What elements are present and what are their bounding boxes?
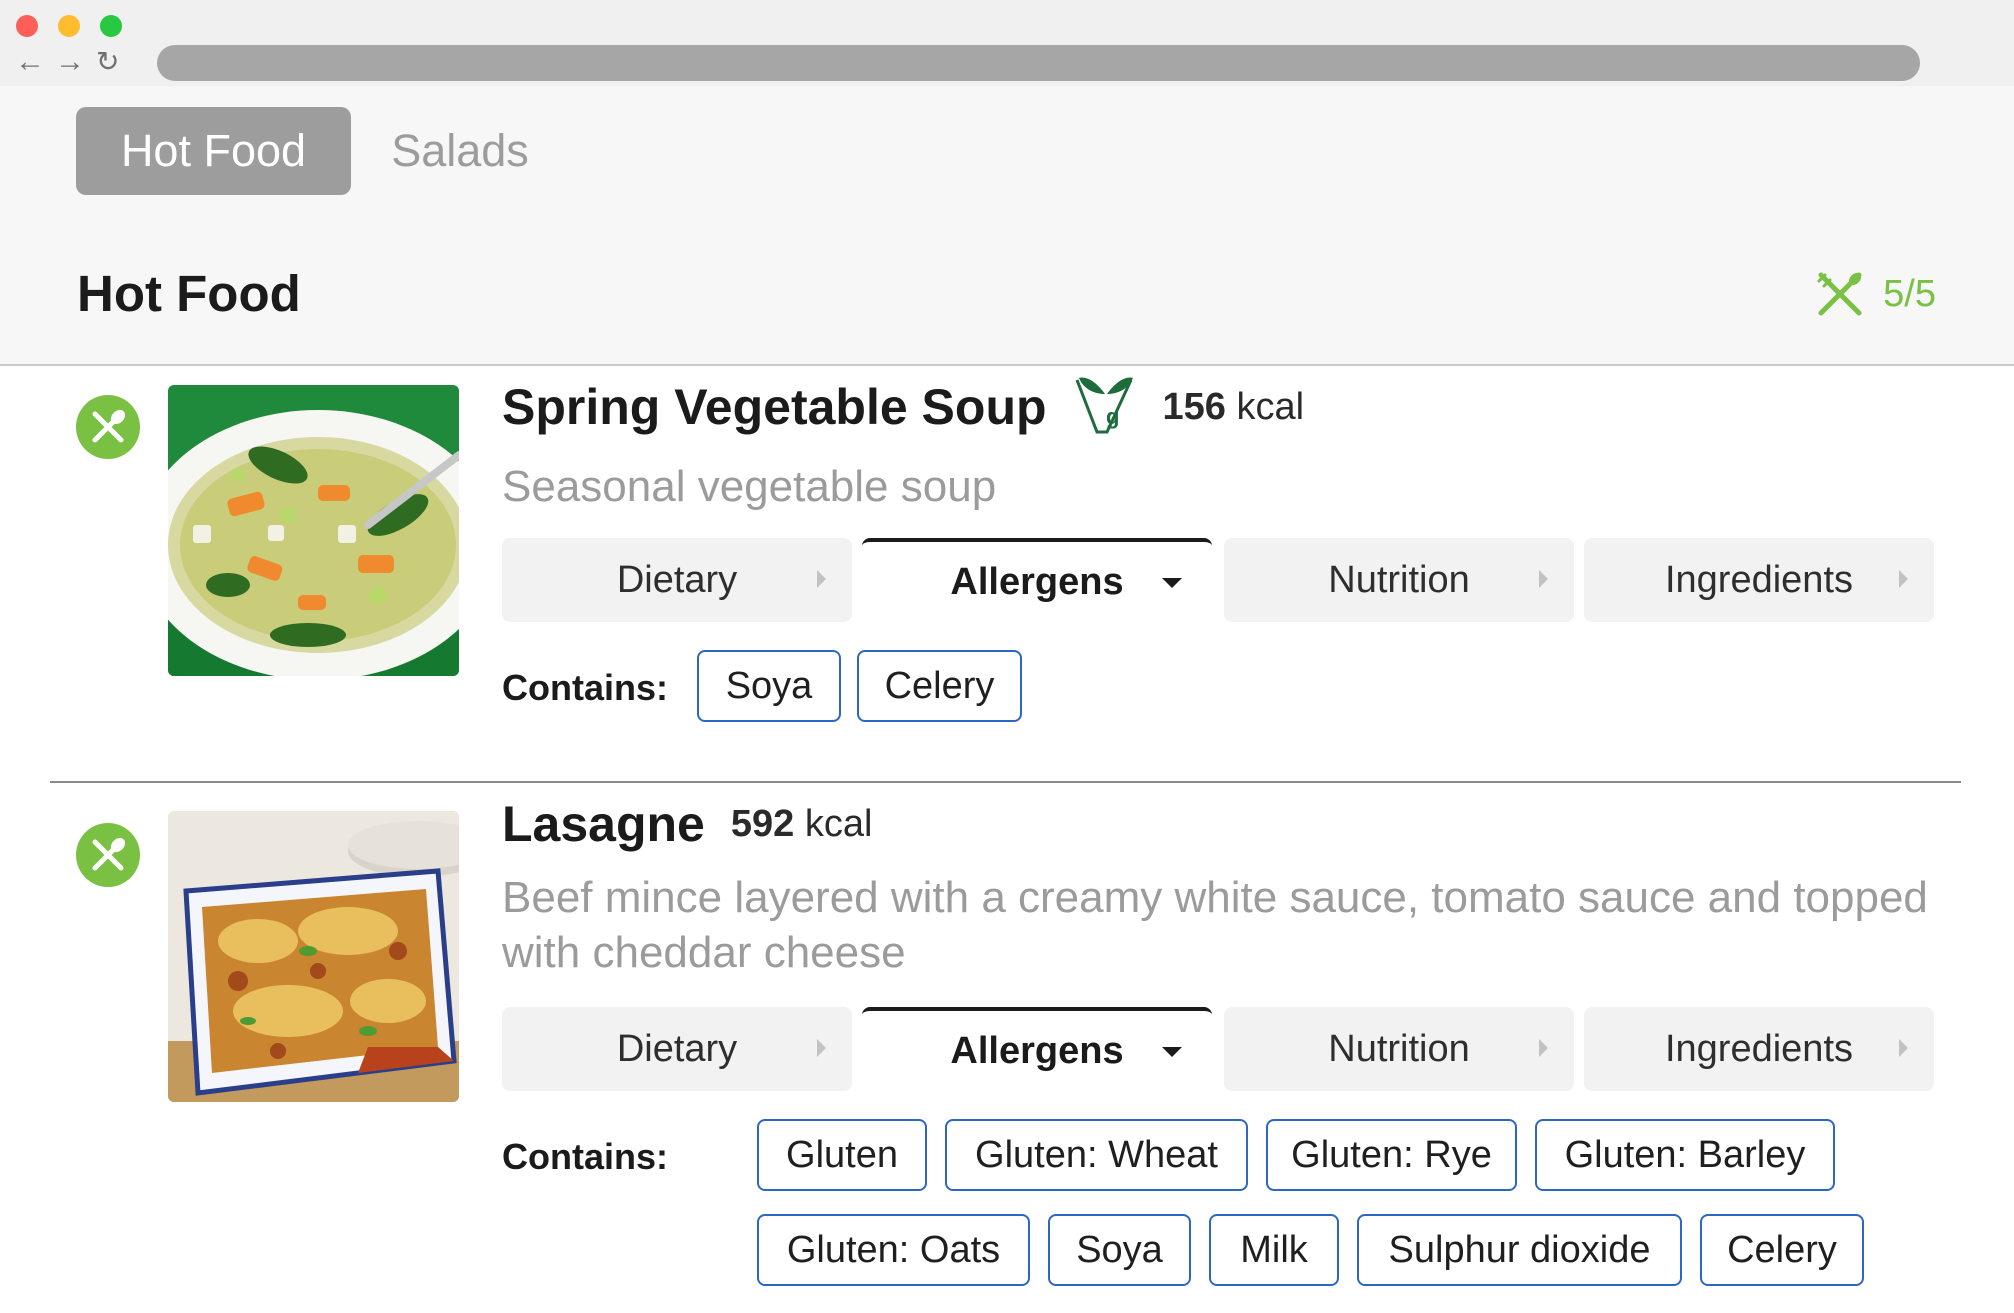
allergen-chip: Gluten: Wheat [945, 1119, 1248, 1191]
tab-label: Nutrition [1328, 559, 1470, 601]
lasagne-photo [168, 811, 459, 1102]
chevron-right-icon [1899, 570, 1908, 588]
item-title-row: Lasagne 592 kcal [502, 793, 872, 855]
allergen-chip: Gluten: Oats [757, 1214, 1030, 1286]
address-bar[interactable] [157, 45, 1920, 81]
allergen-chip: Gluten [757, 1119, 927, 1191]
item-kcal: 592 kcal [731, 803, 873, 846]
tab-nutrition[interactable]: Nutrition [1224, 1007, 1574, 1091]
tab-allergens[interactable]: Allergens [862, 538, 1212, 622]
item-description: Beef mince layered with a creamy white s… [502, 873, 1928, 977]
item-info-tabs: Dietary Allergens Nutrition Ingredients [502, 1007, 1934, 1091]
section-count: 5/5 [1815, 264, 1936, 324]
browser-chrome: ← → ↻ [0, 0, 2014, 86]
chevron-right-icon [1539, 1039, 1548, 1057]
item-kcal: 156 kcal [1163, 386, 1305, 429]
tab-ingredients[interactable]: Ingredients [1584, 538, 1934, 622]
allergen-chip: Celery [1700, 1214, 1864, 1286]
tab-dietary[interactable]: Dietary [502, 538, 852, 622]
kcal-unit: kcal [1236, 385, 1305, 428]
allergen-chip: Soya [1048, 1214, 1191, 1286]
tab-label: Ingredients [1664, 559, 1853, 601]
contains-label: Contains: [502, 667, 668, 708]
soup-photo [168, 385, 459, 676]
allergen-chip: Celery [857, 650, 1022, 722]
kcal-unit: kcal [804, 802, 873, 845]
back-arrow-icon[interactable]: ← [15, 45, 45, 79]
menu-item: Spring Vegetable Soup g 156 kcal Seasona… [0, 364, 2014, 780]
kcal-value: 592 [730, 802, 795, 845]
allergen-chip: Milk [1209, 1214, 1339, 1286]
tab-label: Allergens [950, 561, 1124, 603]
cutlery-icon [1817, 272, 1862, 316]
tab-nutrition[interactable]: Nutrition [1224, 538, 1574, 622]
minimize-window-button[interactable] [58, 15, 80, 37]
forward-arrow-icon[interactable]: → [55, 45, 85, 79]
category-bar: Hot Food Salads [0, 86, 2014, 222]
tab-label: Nutrition [1328, 1028, 1470, 1070]
chevron-down-icon [1162, 578, 1182, 588]
close-window-button[interactable] [16, 15, 38, 37]
contains-label: Contains: [502, 1136, 668, 1177]
allergen-chip: Gluten: Rye [1266, 1119, 1517, 1191]
chevron-right-icon [1899, 1039, 1908, 1057]
chevron-right-icon [817, 570, 826, 588]
kcal-value: 156 [1162, 385, 1226, 428]
cutlery-status-icon [76, 823, 140, 887]
allergen-chip: Soya [697, 650, 841, 722]
tab-label: Allergens [950, 1030, 1124, 1072]
tab-label: Dietary [616, 559, 738, 601]
maximize-window-button[interactable] [100, 15, 122, 37]
chevron-right-icon [817, 1039, 826, 1057]
reload-icon[interactable]: ↻ [96, 45, 119, 79]
tab-ingredients[interactable]: Ingredients [1584, 1007, 1934, 1091]
allergen-chip: Gluten: Barley [1535, 1119, 1835, 1191]
item-name: Lasagne [502, 796, 705, 852]
category-tab-salads[interactable]: Salads [370, 107, 550, 195]
allergen-chip: Sulphur dioxide [1357, 1214, 1682, 1286]
section-count-text: 5/5 [1883, 272, 1936, 315]
vegan-icon: g [1075, 377, 1133, 434]
item-info-tabs: Dietary Allergens Nutrition Ingredients [502, 538, 1934, 622]
svg-text:g: g [1106, 404, 1119, 429]
section-title: Hot Food [77, 265, 301, 322]
item-name: Spring Vegetable Soup [502, 379, 1047, 435]
item-description: Seasonal vegetable soup [502, 462, 997, 511]
chevron-right-icon [1539, 570, 1548, 588]
tab-allergens[interactable]: Allergens [862, 1007, 1212, 1091]
tab-dietary[interactable]: Dietary [502, 1007, 852, 1091]
tab-label: Ingredients [1664, 1028, 1853, 1070]
category-tab-hot-food[interactable]: Hot Food [76, 107, 351, 195]
chevron-down-icon [1162, 1047, 1182, 1057]
cutlery-status-icon [76, 395, 140, 459]
menu-item: Lasagne 592 kcal Beef mince layered with… [0, 783, 2014, 1313]
tab-label: Dietary [616, 1028, 738, 1070]
section-header: Hot Food 5/5 [0, 222, 2014, 366]
item-title-row: Spring Vegetable Soup g 156 kcal [502, 372, 1304, 442]
